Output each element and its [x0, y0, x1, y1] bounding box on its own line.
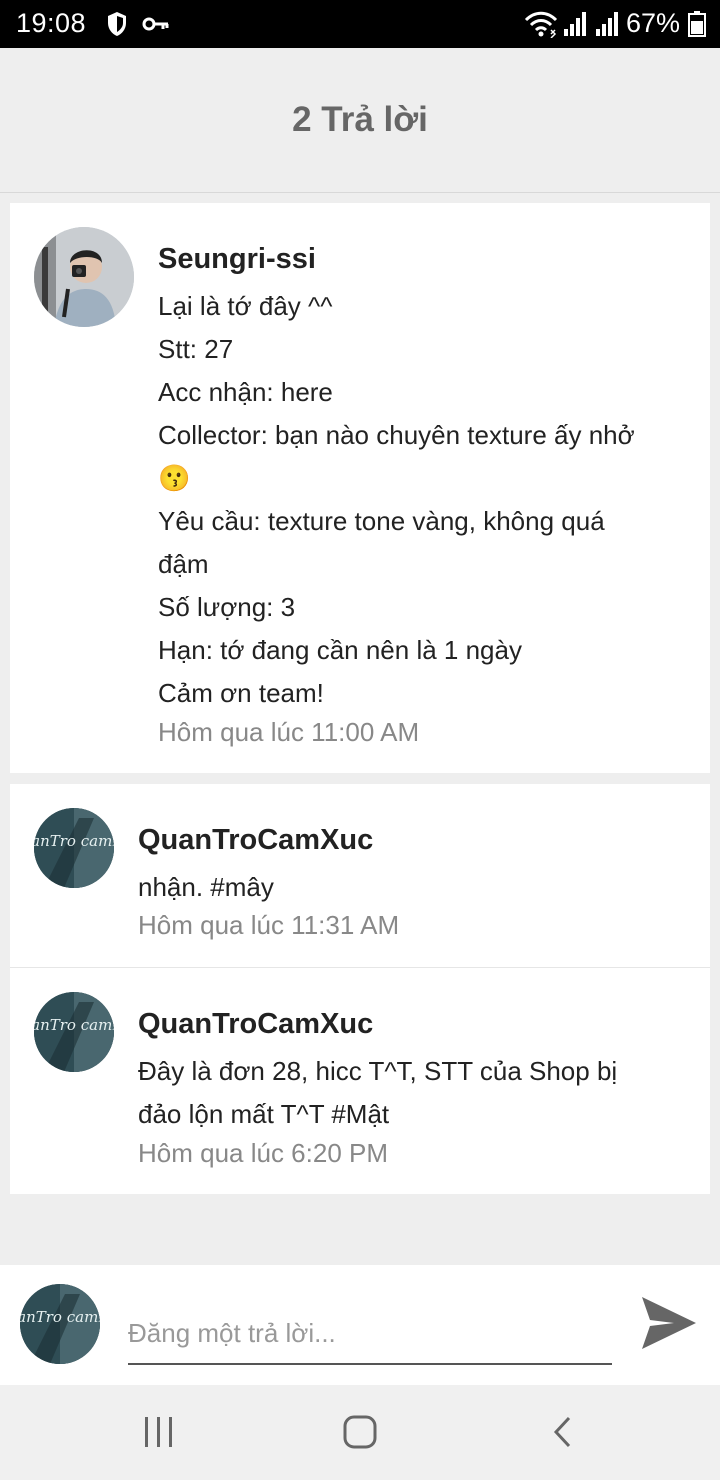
post-line: Cảm ơn team! [158, 678, 324, 708]
post-body: Lại là tớ đây ^^ Stt: 27 Acc nhận: here … [158, 285, 688, 715]
send-icon [642, 1297, 696, 1349]
page-title: 2 Trả lời [292, 100, 428, 139]
reply-text: nhận. #mây [138, 872, 274, 902]
post-line: Hạn: tớ đang cần nên là 1 ngày [158, 635, 522, 665]
avatar-logo-text: QuanTro camxuc [34, 1016, 114, 1034]
reply-input[interactable] [128, 1303, 612, 1365]
key-icon [142, 10, 170, 38]
recent-apps-button[interactable] [140, 1415, 178, 1451]
post-author[interactable]: Seungri-ssi [158, 243, 316, 276]
post-line: Lại là tớ đây ^^ [158, 291, 333, 321]
avatar[interactable]: QuanTro camxuc [34, 808, 114, 888]
shield-icon [106, 10, 128, 38]
post-line: Yêu cầu: texture tone vàng, không quá [158, 506, 605, 536]
avatar: QuanTro camxuc [20, 1284, 100, 1364]
kissing-emoji: 😗 [158, 463, 191, 493]
battery-icon [688, 10, 706, 38]
back-button[interactable] [548, 1415, 578, 1451]
status-time: 19:08 [16, 8, 87, 38]
avatar-logo-text: QuanTro camxuc [20, 1308, 100, 1326]
status-bar: 19:08 67% [0, 0, 720, 48]
header: 2 Trả lời [0, 48, 720, 193]
send-button[interactable] [640, 1295, 700, 1353]
reply-timestamp: Hôm qua lúc 11:31 AM [138, 910, 400, 940]
home-icon [343, 1415, 377, 1449]
avatar-logo-text: QuanTro camxuc [34, 832, 114, 850]
reply-composer: QuanTro camxuc [0, 1265, 720, 1385]
wifi-icon [524, 10, 558, 38]
divider [10, 967, 710, 968]
reply-author[interactable]: QuanTroCamXuc [138, 824, 373, 857]
avatar[interactable] [34, 227, 134, 327]
reply-text: đảo lộn mất T^T #Mật [138, 1099, 390, 1129]
reply-author[interactable]: QuanTroCamXuc [138, 1008, 373, 1041]
battery-percent: 67% [626, 8, 681, 38]
post-line: Số lượng: 3 [158, 592, 296, 622]
post-timestamp: Hôm qua lúc 11:00 AM [158, 717, 420, 747]
avatar[interactable]: QuanTro camxuc [34, 992, 114, 1072]
post-line: Collector: bạn nào chuyên texture ấy nhở [158, 420, 635, 450]
post-line: đậm [158, 549, 209, 579]
signal-icon [594, 10, 620, 38]
reply-body: Đây là đơn 28, hicc T^T, STT của Shop bị… [138, 1050, 698, 1136]
main-post-card: Seungri-ssi Lại là tớ đây ^^ Stt: 27 Acc… [10, 203, 710, 773]
reply-text: Đây là đơn 28, hicc T^T, STT của Shop bị [138, 1056, 618, 1086]
recent-apps-icon [145, 1417, 172, 1447]
post-line: Stt: 27 [158, 334, 234, 364]
home-button[interactable] [340, 1415, 380, 1451]
navigation-bar [0, 1385, 720, 1480]
reply-timestamp: Hôm qua lúc 6:20 PM [138, 1138, 389, 1168]
back-icon [553, 1416, 571, 1448]
signal-icon [562, 10, 588, 38]
replies-card: QuanTro camxuc QuanTroCamXuc nhận. #mây … [10, 784, 710, 1194]
post-line: Acc nhận: here [158, 377, 333, 407]
